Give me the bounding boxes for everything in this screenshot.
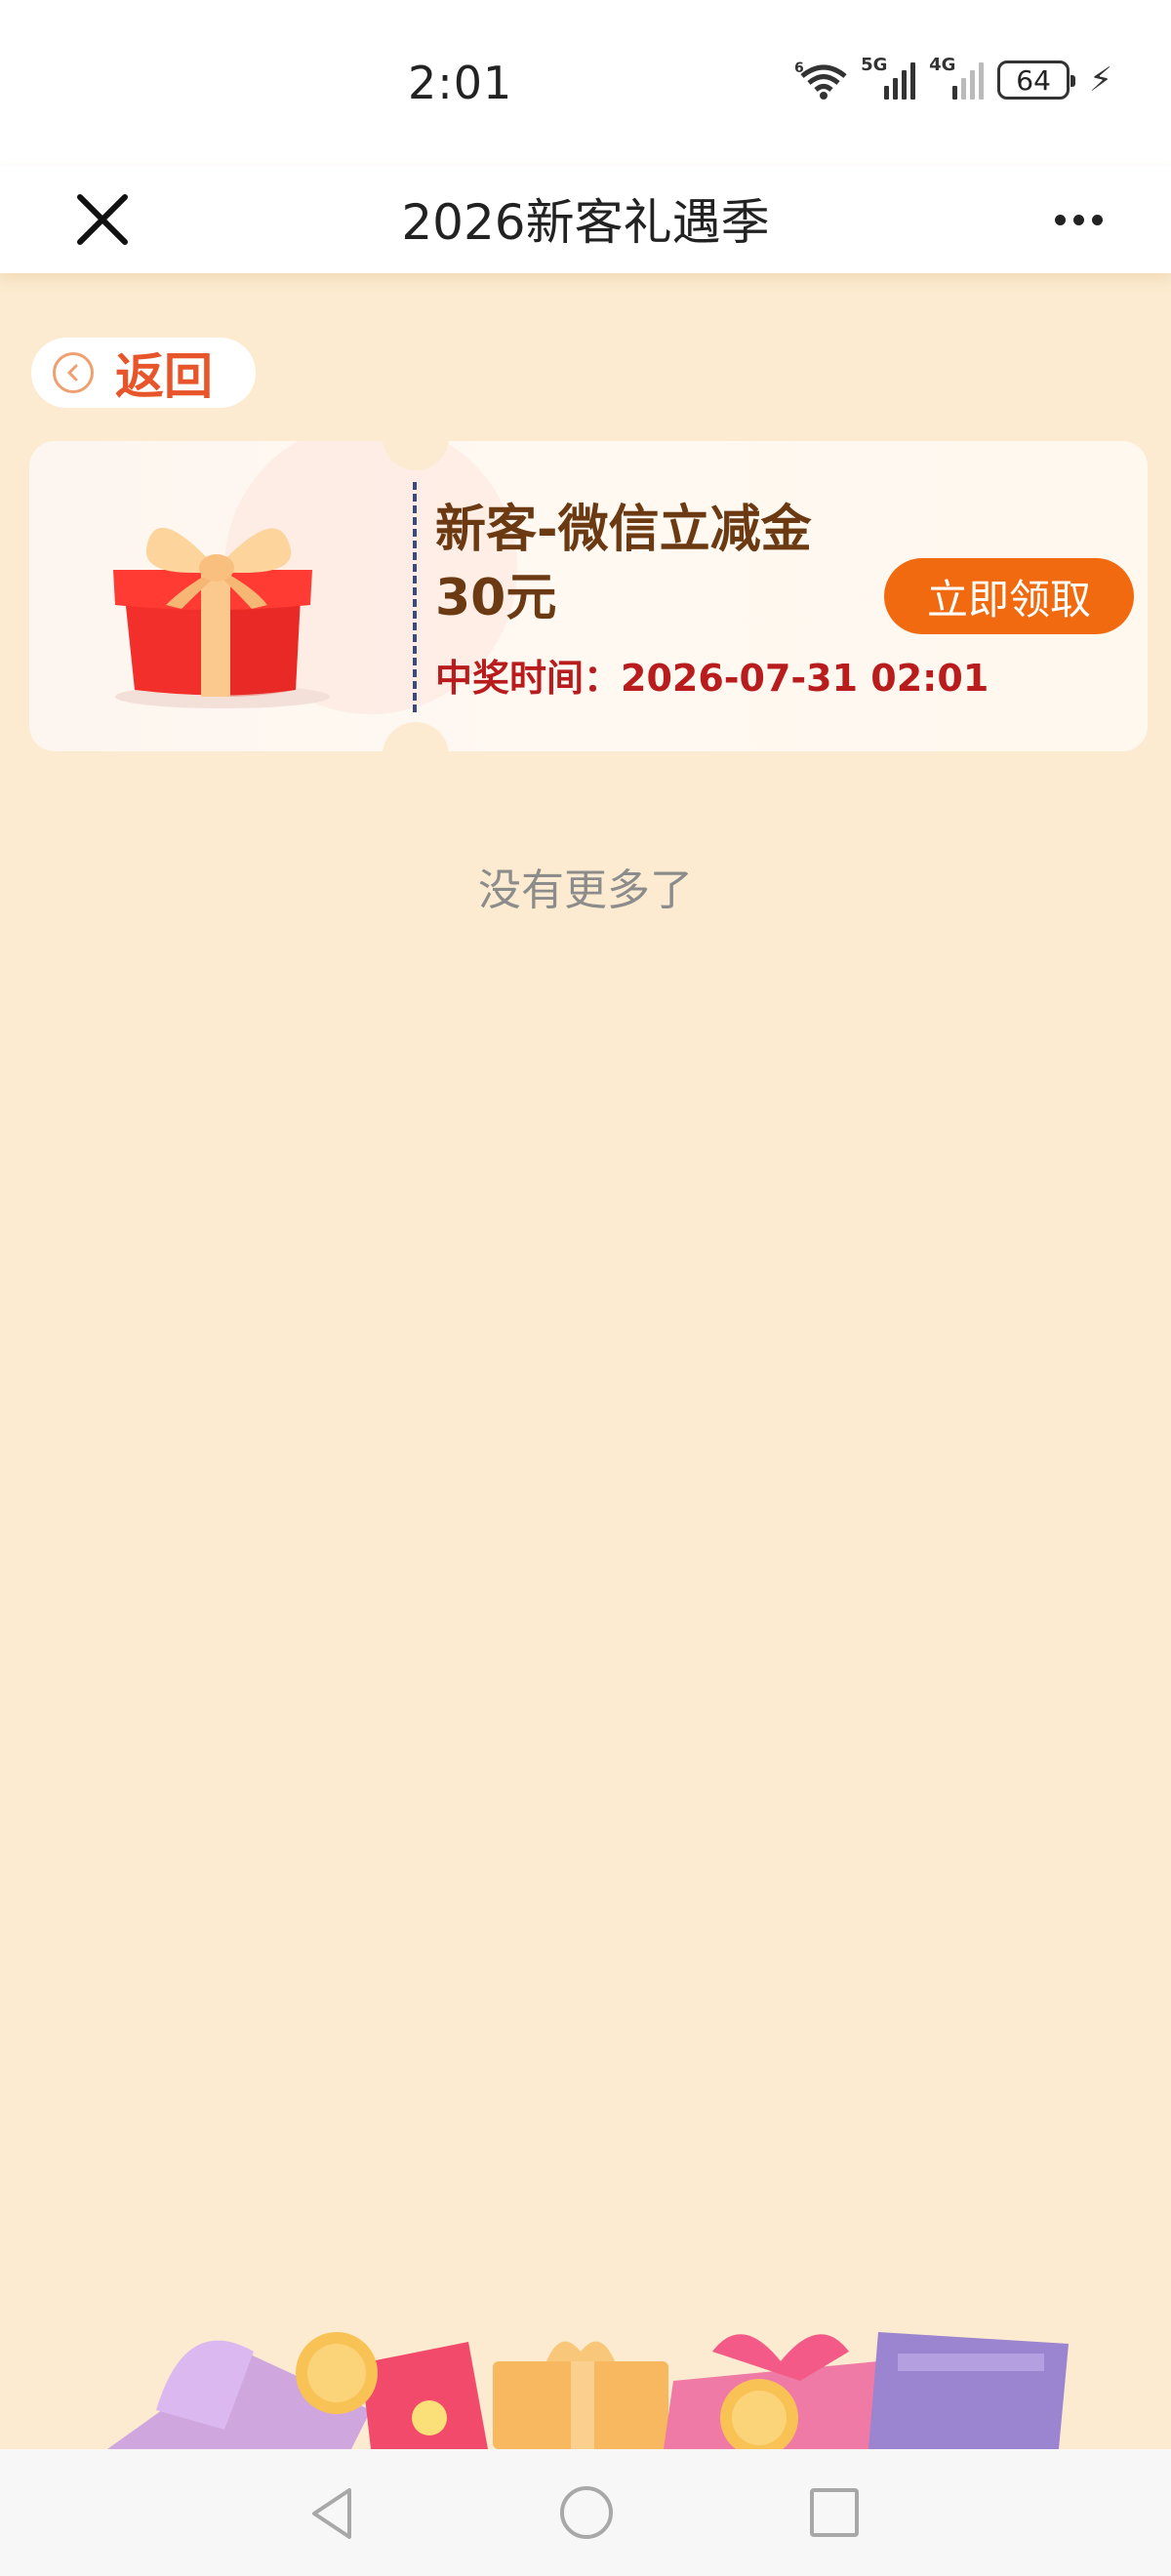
signal-5g-icon: 5G (861, 55, 916, 100)
list-end-text: 没有更多了 (478, 865, 693, 915)
more-dot (1054, 214, 1066, 225)
back-button-label: 返回 (115, 348, 213, 405)
status-bar: 2:01 6 5G 4G 64 ⚡︎ (0, 0, 1171, 166)
signal-5g-label: 5G (861, 55, 888, 75)
system-nav-bar (0, 2449, 1171, 2576)
gift-box-icon (96, 480, 349, 714)
bolt-icon: ⚡︎ (1089, 60, 1112, 100)
signal-4g-label: 4G (929, 55, 956, 75)
more-dot (1091, 214, 1103, 225)
title-bar: 2026新客礼遇季 (0, 166, 1171, 273)
triangle-back-icon[interactable] (304, 2484, 363, 2543)
signal-4g-icon: 4G (929, 55, 985, 100)
coupon-win-time: 中奖时间：2026-07-31 02:01 (435, 657, 989, 700)
coupon-divider (413, 482, 417, 712)
status-time: 2:01 (408, 57, 513, 109)
back-button[interactable]: 返回 (31, 338, 256, 408)
coupon-notch-bottom (383, 722, 449, 751)
square-recent-icon[interactable] (810, 2488, 859, 2537)
wifi-icon: 6 (794, 60, 847, 100)
more-icon[interactable] (1044, 185, 1112, 254)
circle-home-icon[interactable] (560, 2486, 613, 2539)
chevron-left-circle-icon (53, 352, 94, 393)
status-icons: 6 5G 4G 64 ⚡︎ (794, 55, 1112, 100)
bottom-decoration (0, 2293, 1171, 2449)
coupon-amount: 30元 (435, 569, 557, 627)
page-title: 2026新客礼遇季 (401, 194, 770, 251)
claim-button[interactable]: 立即领取 (884, 558, 1134, 634)
coupon-card: 新客-微信立减金 30元 中奖时间：2026-07-31 02:01 立即领取 (29, 441, 1148, 751)
coupon-scalloped-edge (29, 461, 41, 734)
more-dot (1072, 214, 1084, 225)
coupon-name: 新客-微信立减金 (435, 501, 812, 559)
battery-icon: 64 (997, 60, 1076, 100)
battery-level: 64 (1016, 63, 1051, 97)
